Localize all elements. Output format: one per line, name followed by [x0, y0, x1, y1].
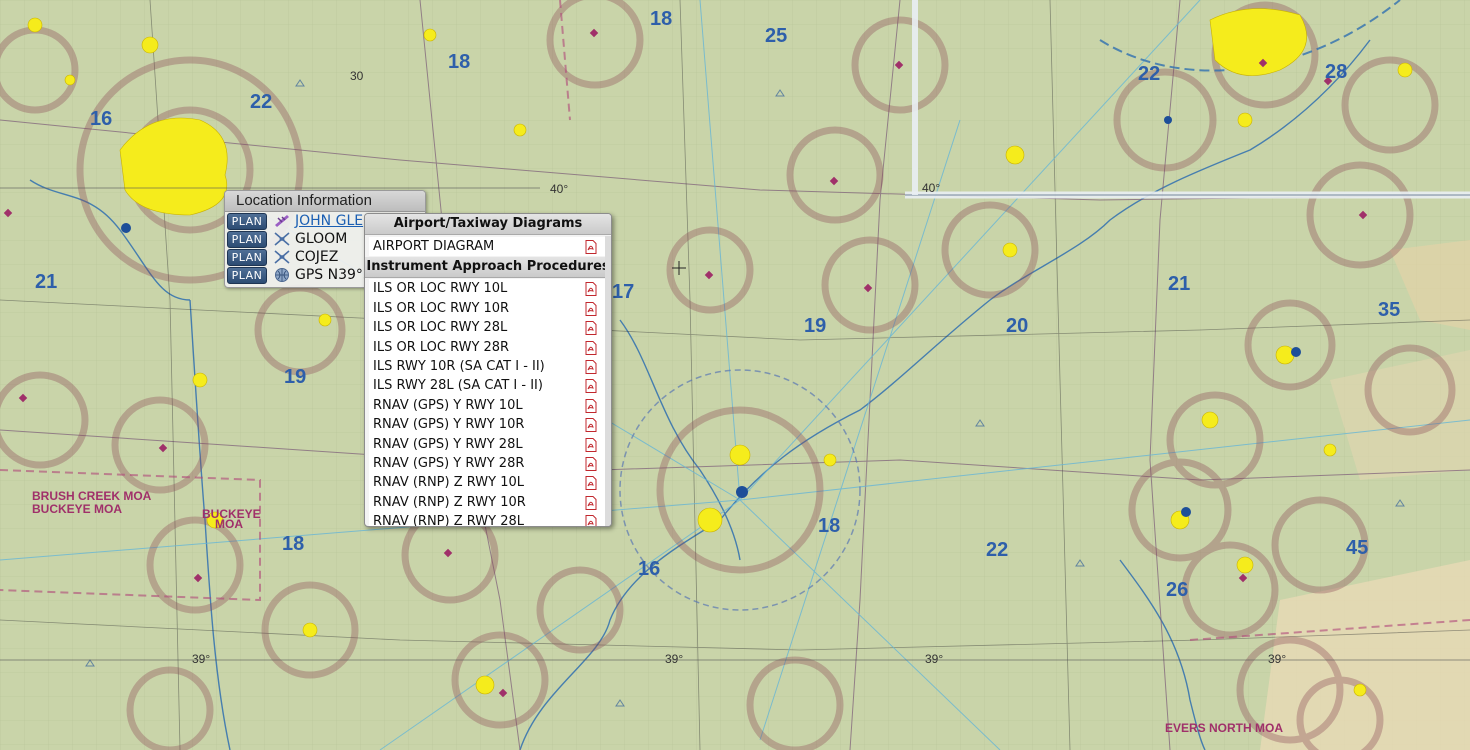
location-row-airport: PLAN JOHN GLE: [225, 212, 363, 230]
procedure-item[interactable]: RNAV (GPS) Y RWY 10L: [369, 395, 605, 416]
procedure-label: RNAV (GPS) Y RWY 10R: [373, 417, 525, 433]
mef-label: 18: [448, 51, 470, 73]
pdf-icon[interactable]: [585, 437, 597, 452]
location-name-link[interactable]: JOHN GLE: [295, 213, 363, 229]
pdf-icon[interactable]: [585, 379, 597, 394]
procedure-item[interactable]: ILS RWY 28L (SA CAT I - II): [369, 376, 605, 396]
mef-label: 21: [1168, 273, 1190, 295]
airport-icon: [275, 215, 289, 227]
plan-button[interactable]: PLAN: [227, 266, 267, 284]
iap-header: Instrument Approach Procedures: [365, 257, 611, 279]
lat-label: 39°: [665, 652, 683, 666]
gps-globe-icon: [275, 268, 289, 282]
procedure-label: RNAV (GPS) Y RWY 10L: [373, 397, 523, 413]
plan-button[interactable]: PLAN: [227, 212, 267, 230]
location-name: COJEZ: [295, 249, 339, 265]
pdf-icon[interactable]: [585, 495, 597, 510]
procedure-item[interactable]: ILS OR LOC RWY 10L: [369, 279, 605, 299]
mef-label: 22: [986, 539, 1008, 561]
mef-label: 22: [250, 91, 272, 113]
procedure-label: ILS RWY 28L (SA CAT I - II): [373, 378, 543, 394]
mef-label: 18: [650, 8, 672, 30]
procedure-label: RNAV (RNP) Z RWY 10R: [373, 494, 526, 510]
pdf-icon[interactable]: [585, 476, 597, 491]
mef-label: 16: [90, 108, 112, 130]
mef-label: 26: [1166, 579, 1188, 601]
intersection-icon: [274, 232, 290, 246]
procedure-item[interactable]: RNAV (RNP) Z RWY 28L: [369, 512, 605, 527]
procedure-label: ILS OR LOC RWY 10L: [373, 281, 508, 297]
lat-label: 40°: [922, 181, 940, 195]
mef-label: 20: [1006, 315, 1028, 337]
lat-label: 39°: [192, 652, 210, 666]
pdf-icon[interactable]: [585, 515, 597, 527]
airport-procedures-popup: Airport/Taxiway Diagrams AIRPORT DIAGRAM…: [364, 213, 612, 527]
location-row-gps: PLAN GPS N39°5: [225, 266, 372, 284]
pdf-icon[interactable]: [585, 240, 597, 254]
intersection-icon: [274, 250, 290, 264]
procedure-item[interactable]: RNAV (GPS) Y RWY 10R: [369, 415, 605, 435]
plan-button[interactable]: PLAN: [227, 248, 267, 266]
grid-label: 30: [350, 69, 364, 83]
procedure-item[interactable]: ILS OR LOC RWY 28R: [369, 337, 605, 357]
moa-label: BRUSH CREEK MOA: [32, 489, 152, 503]
procedure-item[interactable]: RNAV (RNP) Z RWY 10L: [369, 473, 605, 493]
location-name: GLOOM: [295, 231, 348, 247]
mef-label: 18: [818, 515, 840, 537]
diagrams-header: Airport/Taxiway Diagrams: [365, 214, 611, 235]
lat-label: 39°: [925, 652, 943, 666]
procedure-item-airport-diagram[interactable]: AIRPORT DIAGRAM: [369, 237, 605, 257]
sectional-chart-map[interactable]: 18 25 22 28 16 22 18 21 19 17 19 20 21 3…: [0, 0, 1470, 750]
pdf-icon[interactable]: [585, 340, 597, 355]
procedure-item[interactable]: RNAV (RNP) Z RWY 10R: [369, 492, 605, 513]
pdf-icon[interactable]: [585, 321, 597, 336]
mef-label: 17: [612, 281, 634, 303]
pdf-icon[interactable]: [585, 418, 597, 433]
location-panel-title: Location Information: [225, 191, 425, 212]
plan-button[interactable]: PLAN: [227, 230, 267, 248]
procedure-list: ILS OR LOC RWY 10L ILS OR LOC RWY 10R ILS …: [365, 278, 611, 527]
procedure-label: ILS OR LOC RWY 28L: [373, 320, 508, 336]
procedure-item[interactable]: RNAV (GPS) Y RWY 28R: [369, 453, 605, 474]
mef-label: 19: [804, 315, 826, 337]
procedure-label: ILS OR LOC RWY 10R: [373, 300, 510, 316]
mef-label: 35: [1378, 299, 1400, 321]
moa-label: BUCKEYE MOA: [32, 502, 122, 516]
location-row-fix: PLAN COJEZ: [225, 248, 338, 266]
mef-label: 28: [1325, 61, 1347, 83]
moa-label: MOA: [215, 517, 243, 531]
lat-label: 39°: [1268, 652, 1286, 666]
mef-label: 25: [765, 25, 787, 47]
mef-label: 18: [282, 533, 304, 555]
mef-label: 45: [1346, 537, 1368, 559]
procedure-label: RNAV (GPS) Y RWY 28R: [373, 455, 525, 471]
procedure-label: ILS OR LOC RWY 28R: [373, 339, 510, 355]
scrollbar[interactable]: [605, 236, 611, 526]
location-row-fix: PLAN GLOOM: [225, 230, 347, 248]
moa-label: EVERS NORTH MOA: [1165, 721, 1283, 735]
mef-label: 16: [638, 558, 660, 580]
procedure-item[interactable]: RNAV (GPS) Y RWY 28L: [369, 434, 605, 454]
procedure-item[interactable]: ILS OR LOC RWY 28L: [369, 318, 605, 338]
pdf-icon[interactable]: [585, 456, 597, 471]
location-name: GPS N39°5: [295, 267, 372, 283]
procedure-label: RNAV (GPS) Y RWY 28L: [373, 436, 523, 452]
procedure-item[interactable]: ILS OR LOC RWY 10R: [369, 298, 605, 319]
pdf-icon[interactable]: [585, 359, 597, 374]
mef-label: 22: [1138, 63, 1160, 85]
mef-label: 19: [284, 366, 306, 388]
procedure-label: AIRPORT DIAGRAM: [373, 239, 495, 254]
procedure-label: RNAV (RNP) Z RWY 28L: [373, 514, 524, 527]
pdf-icon[interactable]: [585, 282, 597, 297]
pdf-icon[interactable]: [585, 301, 597, 316]
procedure-item[interactable]: ILS RWY 10R (SA CAT I - II): [369, 356, 605, 377]
pdf-icon[interactable]: [585, 398, 597, 413]
mef-label: 21: [35, 271, 57, 293]
procedure-label: ILS RWY 10R (SA CAT I - II): [373, 358, 545, 374]
procedure-label: RNAV (RNP) Z RWY 10L: [373, 475, 524, 491]
lat-label: 40°: [550, 182, 568, 196]
